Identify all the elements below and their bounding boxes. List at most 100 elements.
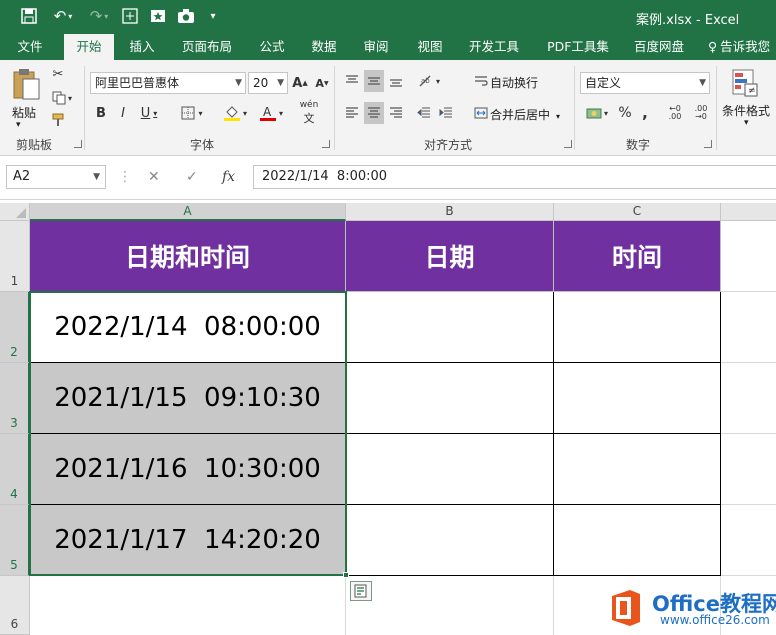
align-center-icon[interactable] xyxy=(364,102,384,124)
paste-icon[interactable] xyxy=(10,64,42,104)
decrease-decimal-icon[interactable]: .00 →0 xyxy=(690,102,712,124)
phonetic-button[interactable]: wén 文 xyxy=(296,100,322,126)
percent-style-button[interactable]: % xyxy=(616,102,634,124)
format-painter-icon[interactable] xyxy=(48,110,68,130)
align-bottom-icon[interactable] xyxy=(386,70,406,92)
row-header-1[interactable]: 1 xyxy=(0,221,30,292)
copy-icon[interactable]: ▾ xyxy=(48,88,76,108)
tab-page-layout[interactable]: 页面布局 xyxy=(174,34,240,60)
tab-data[interactable]: 数据 xyxy=(304,34,344,60)
cell-b1-header[interactable]: 日期 xyxy=(346,221,554,292)
cell-c2[interactable] xyxy=(554,292,721,363)
cut-icon[interactable]: ✂ xyxy=(48,64,68,84)
camera-icon[interactable] xyxy=(176,6,196,26)
tab-file[interactable]: 文件 xyxy=(8,34,52,60)
select-all-corner[interactable] xyxy=(0,203,30,221)
orientation-icon[interactable]: ab ▾ xyxy=(414,70,444,92)
redo-icon[interactable]: ↷ ▾ xyxy=(84,6,114,26)
formula-bar: A2 ▼ ⋮ ✕ ✓ fx 2022/1/14 8:00:00 xyxy=(0,157,776,200)
cell-b4[interactable] xyxy=(346,434,554,505)
enter-icon[interactable]: ✓ xyxy=(186,165,198,189)
borders-icon[interactable]: ▾ xyxy=(176,102,208,124)
tab-formulas[interactable]: 公式 xyxy=(252,34,292,60)
fill-color-icon[interactable]: ▾ xyxy=(220,102,250,124)
cell-c1-header[interactable]: 时间 xyxy=(554,221,721,292)
merge-center-icon[interactable] xyxy=(472,102,490,124)
font-name-value: 阿里巴巴普惠体 xyxy=(95,76,180,90)
tab-insert[interactable]: 插入 xyxy=(120,34,164,60)
shrink-font-button[interactable]: A ▼ xyxy=(314,72,330,94)
cell-a1-header[interactable]: 日期和时间 xyxy=(30,221,346,292)
tab-pdf-tools[interactable]: PDF工具集 xyxy=(540,34,616,60)
cancel-icon[interactable]: ✕ xyxy=(148,165,160,189)
comma-style-button[interactable]: , xyxy=(638,102,652,124)
number-format-value: 自定义 xyxy=(585,76,622,90)
conditional-format-button[interactable]: 条件格式 xyxy=(722,102,770,119)
cell-c5[interactable] xyxy=(554,505,721,576)
number-format-combo[interactable]: 自定义 ▼ xyxy=(580,72,710,94)
format-painter-qa-icon[interactable] xyxy=(120,6,140,26)
accounting-format-icon[interactable]: ▾ xyxy=(582,102,612,124)
tab-view[interactable]: 视图 xyxy=(410,34,450,60)
separator xyxy=(716,66,717,150)
tab-home[interactable]: 开始 xyxy=(64,34,114,60)
clipboard-launcher-icon[interactable] xyxy=(74,140,82,148)
cell-b5[interactable] xyxy=(346,505,554,576)
tab-review[interactable]: 审阅 xyxy=(356,34,396,60)
column-header-d[interactable] xyxy=(721,203,776,221)
number-launcher-icon[interactable] xyxy=(704,140,712,148)
paste-label[interactable]: 粘贴 xyxy=(12,104,36,121)
cell-a2[interactable]: 2022/1/14 08:00:00 xyxy=(30,292,346,363)
cell-c3[interactable] xyxy=(554,363,721,434)
row-header-2[interactable]: 2 xyxy=(0,292,30,363)
quick-analysis-icon[interactable] xyxy=(350,581,372,601)
font-launcher-icon[interactable] xyxy=(322,140,330,148)
row-header-3[interactable]: 3 xyxy=(0,363,30,434)
align-middle-icon[interactable] xyxy=(364,70,384,92)
cell-a4[interactable]: 2021/1/16 10:30:00 xyxy=(30,434,346,505)
align-top-icon[interactable] xyxy=(342,70,362,92)
conditional-format-icon[interactable]: ≠ xyxy=(730,66,760,100)
column-header-b[interactable]: B xyxy=(346,203,554,221)
cell-c4[interactable] xyxy=(554,434,721,505)
cell-a3[interactable]: 2021/1/15 09:10:30 xyxy=(30,363,346,434)
alignment-launcher-icon[interactable] xyxy=(564,140,572,148)
increase-indent-icon[interactable] xyxy=(436,102,456,124)
fill-handle[interactable] xyxy=(343,572,349,578)
row-header-4[interactable]: 4 xyxy=(0,434,30,505)
column-header-c[interactable]: C xyxy=(554,203,721,221)
conditional-format-dropdown-icon[interactable]: ▾ xyxy=(744,118,749,128)
increase-decimal-icon[interactable]: ←0.00 xyxy=(664,102,686,124)
merge-center-button[interactable]: 合并后居中 ▾ xyxy=(490,106,560,123)
font-size-combo[interactable]: 20 ▼ xyxy=(248,72,288,94)
italic-button[interactable]: I xyxy=(114,102,132,124)
font-name-combo[interactable]: 阿里巴巴普惠体 ▼ xyxy=(90,72,246,94)
insert-function-button[interactable]: fx xyxy=(222,165,235,189)
cell-a5[interactable]: 2021/1/17 14:20:20 xyxy=(30,505,346,576)
svg-text:A: A xyxy=(263,105,272,119)
star-folder-icon[interactable] xyxy=(148,6,168,26)
wrap-text-button[interactable]: 自动换行 xyxy=(490,74,538,91)
paste-dropdown-icon[interactable]: ▾ xyxy=(16,120,21,130)
cell-b3[interactable] xyxy=(346,363,554,434)
name-box[interactable]: A2 ▼ xyxy=(6,165,106,189)
wrap-text-icon[interactable] xyxy=(472,70,490,92)
row-header-5[interactable]: 5 xyxy=(0,505,30,576)
tab-developer[interactable]: 开发工具 xyxy=(462,34,526,60)
formula-input[interactable]: 2022/1/14 8:00:00 xyxy=(253,165,776,189)
align-right-icon[interactable] xyxy=(386,102,406,124)
tab-tell-me[interactable]: ♀ 告诉我您 xyxy=(708,34,776,60)
tab-baidu-netdisk[interactable]: 百度网盘 xyxy=(626,34,692,60)
font-color-icon[interactable]: A ▾ xyxy=(256,102,286,124)
customize-qa-icon[interactable]: ▾ xyxy=(206,6,220,26)
row-header-6[interactable]: 6 xyxy=(0,576,30,635)
column-header-a[interactable]: A xyxy=(30,203,346,221)
cell-b2[interactable] xyxy=(346,292,554,363)
save-icon[interactable] xyxy=(18,6,40,26)
grow-font-button[interactable]: A ▲ xyxy=(292,72,308,94)
undo-icon[interactable]: ↶ ▾ xyxy=(48,6,78,26)
underline-button[interactable]: U ▾ xyxy=(136,102,162,124)
align-left-icon[interactable] xyxy=(342,102,362,124)
decrease-indent-icon[interactable] xyxy=(414,102,434,124)
bold-button[interactable]: B xyxy=(92,102,110,124)
